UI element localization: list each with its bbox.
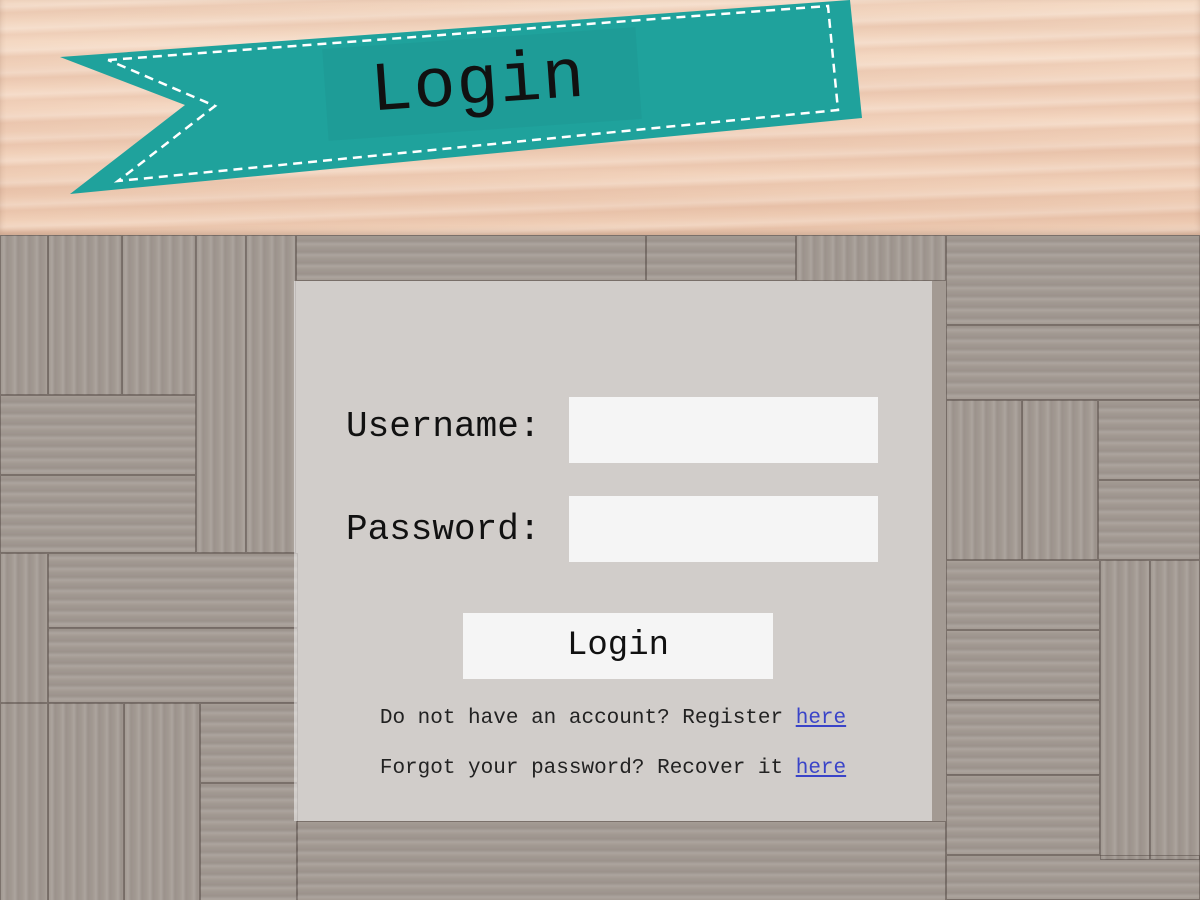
floor-plank [946,630,1100,700]
register-text: Do not have an account? Register [379,707,784,730]
floor-plank [946,855,1200,900]
floor-plank [296,821,946,900]
floor-plank [946,560,1100,630]
floor-plank [124,703,200,900]
floor-plank [946,700,1100,775]
floor-plank [48,235,122,395]
floor-plank [946,400,1022,560]
recover-link[interactable]: here [796,757,846,780]
floor-plank [0,395,196,475]
floor-plank [946,775,1100,855]
floor-plank [796,235,946,281]
floor-plank [1098,400,1200,480]
password-label: Password: [346,509,541,550]
floor-plank [0,235,48,395]
login-button[interactable]: Login [463,613,773,679]
floor-plank [646,235,796,281]
floor-plank [1022,400,1098,560]
floor-plank [200,783,298,900]
floor-plank [946,325,1200,400]
floor-plank [48,703,124,900]
floor-plank [196,235,246,553]
register-link[interactable]: here [796,707,846,730]
floor-plank [1098,480,1200,560]
floor-plank [1100,560,1150,860]
floor-plank [122,235,196,395]
recover-text: Forgot your password? Recover it [379,757,784,780]
floor-plank [1150,560,1200,860]
recover-prompt: Forgot your password? Recover it here [294,757,932,780]
floor-plank [296,235,646,281]
header: Login [0,0,1200,235]
floor-plank [246,235,296,553]
password-input[interactable] [569,496,878,562]
floor-plank [48,553,298,628]
register-prompt: Do not have an account? Register here [294,707,932,730]
username-input[interactable] [569,397,878,463]
floor-plank [0,553,48,703]
username-label: Username: [346,406,541,447]
floor-plank [0,475,196,553]
floor-plank [48,628,298,703]
floor-plank [946,235,1200,325]
floor-plank [0,703,48,900]
floor-plank [200,703,298,783]
